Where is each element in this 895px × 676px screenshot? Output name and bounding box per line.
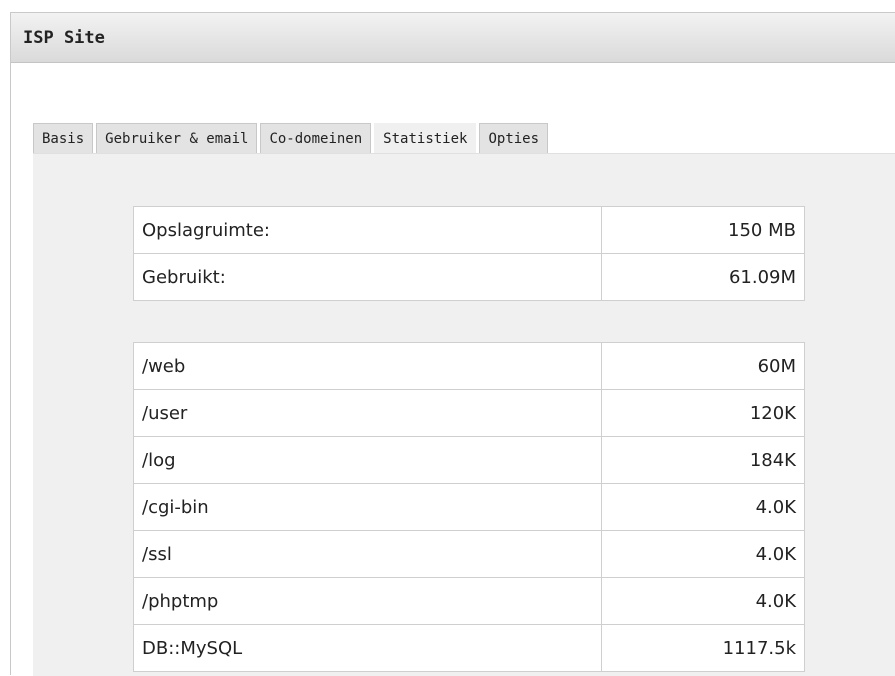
- table-row: DB::MySQL 1117.5k: [133, 624, 805, 672]
- tab-co-domeinen[interactable]: Co-domeinen: [260, 123, 372, 153]
- dir-size: 184K: [601, 436, 805, 484]
- db-size: 1117.5k: [601, 624, 805, 672]
- dir-label: /log: [133, 436, 602, 484]
- db-label: DB::MySQL: [133, 624, 602, 672]
- dir-size: 4.0K: [601, 530, 805, 578]
- dir-size: 60M: [601, 342, 805, 390]
- table-row: /web 60M: [133, 342, 805, 390]
- tab-opties[interactable]: Opties: [479, 123, 549, 153]
- isp-site-panel: ISP Site Basis Gebruiker & email Co-dome…: [10, 12, 895, 676]
- table-row: Opslagruimte: 150 MB: [133, 206, 805, 254]
- quota-value: 150 MB: [601, 206, 805, 254]
- table-row: /cgi-bin 4.0K: [133, 483, 805, 531]
- dir-label: /web: [133, 342, 602, 390]
- used-label: Gebruikt:: [133, 253, 602, 301]
- tab-basis[interactable]: Basis: [33, 123, 94, 153]
- dir-size: 4.0K: [601, 577, 805, 625]
- dir-label: /ssl: [133, 530, 602, 578]
- quota-label: Opslagruimte:: [133, 206, 602, 254]
- tab-gebruiker-email[interactable]: Gebruiker & email: [96, 123, 258, 153]
- table-row: Gebruikt: 61.09M: [133, 253, 805, 301]
- tab-bar: Basis Gebruiker & email Co-domeinen Stat…: [33, 123, 551, 153]
- table-row: /phptmp 4.0K: [133, 577, 805, 625]
- dir-label: /user: [133, 389, 602, 437]
- tab-statistiek[interactable]: Statistiek: [374, 123, 477, 153]
- dir-label: /cgi-bin: [133, 483, 602, 531]
- quota-table: Opslagruimte: 150 MB Gebruikt: 61.09M: [133, 206, 805, 301]
- table-row: /log 184K: [133, 436, 805, 484]
- statistiek-tab-content: Opslagruimte: 150 MB Gebruikt: 61.09M /w…: [33, 153, 895, 676]
- used-value: 61.09M: [601, 253, 805, 301]
- usage-table: /web 60M /user 120K /log 184K /cgi-bin 4…: [133, 342, 805, 672]
- dir-size: 120K: [601, 389, 805, 437]
- dir-label: /phptmp: [133, 577, 602, 625]
- table-row: /ssl 4.0K: [133, 530, 805, 578]
- table-row: /user 120K: [133, 389, 805, 437]
- dir-size: 4.0K: [601, 483, 805, 531]
- panel-title: ISP Site: [11, 13, 895, 63]
